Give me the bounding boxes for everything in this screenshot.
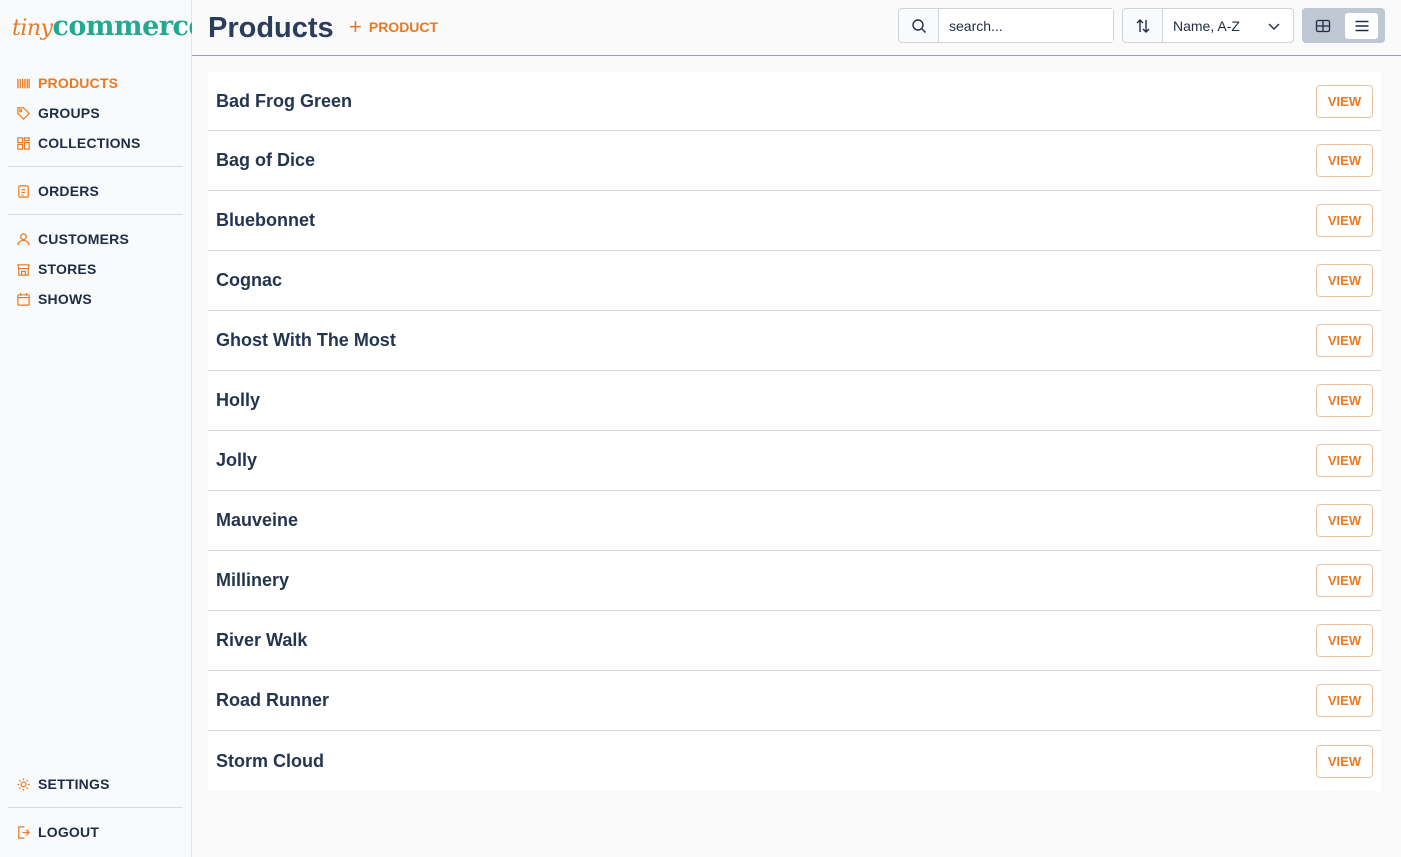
add-product-label: PRODUCT — [368, 19, 439, 35]
view-product-button[interactable]: VIEW — [1316, 744, 1373, 778]
product-name: Millinery — [216, 570, 290, 590]
sidebar-divider — [8, 214, 183, 215]
app-logo[interactable]: tinycommerce — [12, 11, 206, 42]
product-name: Bag of Dice — [216, 150, 316, 170]
product-row: Jolly VIEW — [208, 431, 1381, 491]
sidebar-item-label: CUSTOMERS — [38, 231, 129, 247]
product-row: Road Runner VIEW — [208, 671, 1381, 731]
product-name: Ghost With The Most — [216, 330, 396, 350]
sidebar-item-label: SHOWS — [38, 291, 92, 307]
sidebar-item-settings[interactable]: SETTINGS — [16, 774, 110, 794]
view-product-button[interactable]: VIEW — [1316, 84, 1373, 118]
grid-view-button[interactable] — [1306, 13, 1339, 39]
view-mode-toggle — [1302, 8, 1385, 43]
view-product-button[interactable]: VIEW — [1316, 444, 1373, 477]
logo-commerce: commerce — [52, 11, 206, 42]
sidebar-item-products[interactable]: PRODUCTS — [16, 73, 118, 93]
search-box — [898, 8, 1114, 43]
sidebar-item-label: STORES — [38, 261, 97, 277]
sidebar-item-label: ORDERS — [38, 183, 100, 199]
logout-icon — [16, 825, 31, 840]
search-input[interactable] — [939, 9, 1113, 42]
product-row: Bad Frog Green VIEW — [208, 72, 1381, 131]
view-product-button[interactable]: VIEW — [1316, 684, 1373, 717]
view-product-button[interactable]: VIEW — [1316, 204, 1373, 237]
view-product-button[interactable]: VIEW — [1316, 504, 1373, 537]
sidebar-item-label: COLLECTIONS — [38, 135, 141, 151]
product-name: Holly — [216, 390, 261, 410]
sidebar-item-customers[interactable]: CUSTOMERS — [16, 229, 129, 249]
sort-direction-button[interactable] — [1123, 9, 1163, 42]
view-product-button[interactable]: VIEW — [1316, 324, 1373, 357]
sort-select[interactable]: Name, A-Z — [1163, 9, 1293, 42]
user-icon — [16, 232, 31, 247]
view-product-button[interactable]: VIEW — [1316, 384, 1373, 417]
sidebar: tinycommerce PRODUCTS GROUPS COLLECTIONS… — [0, 0, 206, 857]
logo-tiny: tiny — [12, 16, 53, 41]
sort-selected-value: Name, A-Z — [1173, 17, 1240, 34]
product-row: River Walk VIEW — [208, 611, 1381, 671]
sidebar-item-logout[interactable]: LOGOUT — [16, 822, 99, 842]
plus-icon: + — [349, 14, 362, 39]
sidebar-item-label: GROUPS — [38, 105, 100, 121]
view-product-button[interactable]: VIEW — [1316, 144, 1373, 177]
view-product-button[interactable]: VIEW — [1316, 564, 1373, 597]
product-row: Mauveine VIEW — [208, 491, 1381, 551]
view-product-button[interactable]: VIEW — [1316, 264, 1373, 297]
barcode-icon — [16, 76, 31, 91]
grid-icon — [16, 136, 31, 151]
store-icon — [16, 262, 31, 277]
product-name: Bad Frog Green — [216, 90, 353, 111]
view-product-button[interactable]: VIEW — [1316, 624, 1373, 657]
sidebar-item-stores[interactable]: STORES — [16, 259, 97, 279]
sidebar-item-label: PRODUCTS — [38, 75, 119, 91]
sort-arrows-icon — [1136, 18, 1149, 33]
page-header: Products + PRODUCT Name, A-Z — [192, 0, 1401, 56]
product-row: Cognac VIEW — [208, 251, 1381, 311]
grid-view-icon — [1315, 19, 1330, 32]
sidebar-item-groups[interactable]: GROUPS — [16, 103, 100, 123]
product-list: Bad Frog Green VIEW Bag of Dice VIEW Bluebon… — [208, 72, 1381, 791]
list-view-button[interactable] — [1345, 12, 1378, 39]
page-title: Products — [208, 12, 334, 44]
list-view-icon — [1355, 20, 1368, 31]
gear-icon — [16, 777, 31, 792]
product-row: Storm Cloud VIEW — [208, 731, 1381, 791]
add-product-button[interactable]: + PRODUCT — [349, 14, 439, 39]
product-name: Cognac — [216, 270, 283, 290]
search-button[interactable] — [899, 9, 939, 42]
product-name: River Walk — [216, 630, 308, 650]
sidebar-item-collections[interactable]: COLLECTIONS — [16, 133, 141, 153]
tag-icon — [16, 106, 31, 121]
chevron-down-icon — [1268, 23, 1280, 30]
sort-control: Name, A-Z — [1122, 8, 1294, 43]
product-name: Storm Cloud — [216, 750, 324, 771]
product-row: Millinery VIEW — [208, 551, 1381, 611]
search-icon — [911, 18, 926, 33]
product-row: Holly VIEW — [208, 371, 1381, 431]
clipboard-icon — [16, 184, 31, 199]
sidebar-item-orders[interactable]: ORDERS — [16, 181, 99, 201]
product-row: Bag of Dice VIEW — [208, 131, 1381, 191]
product-row: Ghost With The Most VIEW — [208, 311, 1381, 371]
product-name: Mauveine — [216, 510, 299, 530]
calendar-icon — [16, 292, 31, 307]
product-name: Road Runner — [216, 690, 330, 710]
sidebar-item-shows[interactable]: SHOWS — [16, 289, 92, 309]
logout-label: LOGOUT — [38, 824, 100, 840]
product-name: Bluebonnet — [216, 210, 315, 230]
sidebar-divider — [8, 166, 183, 167]
sidebar-divider — [8, 807, 183, 808]
product-row: Bluebonnet VIEW — [208, 191, 1381, 251]
product-name: Jolly — [216, 450, 258, 470]
settings-label: SETTINGS — [38, 776, 110, 792]
